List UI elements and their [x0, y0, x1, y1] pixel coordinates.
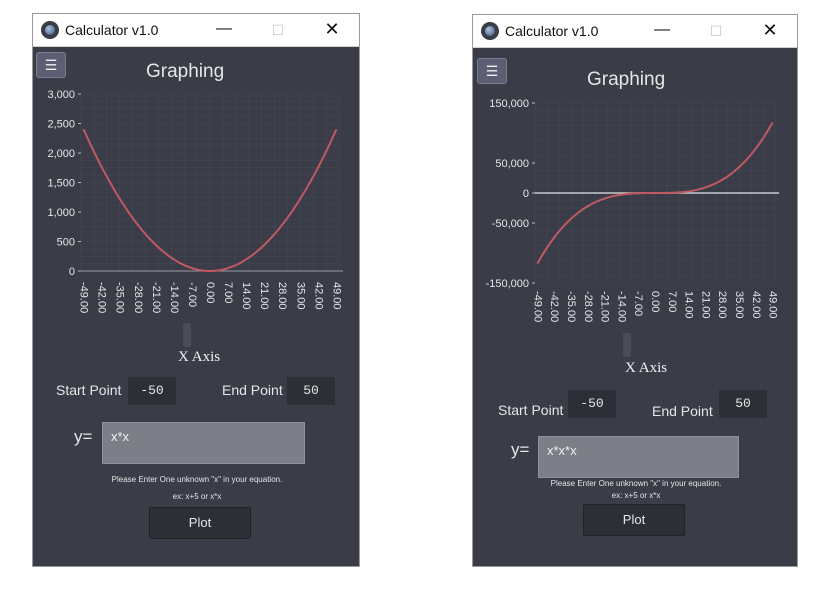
hint-text-2: ex: x+5 or x*x — [611, 491, 661, 500]
calculator-window-1: Calculator v1.0 — ☐ ✕ ☰ Graphing 3,000 2,… — [32, 13, 360, 567]
x-tick-label: -7.00 — [632, 291, 645, 317]
end-point-label: End Point — [652, 403, 713, 419]
app-icon — [481, 22, 499, 40]
x-tick-label: -7.00 — [185, 282, 198, 308]
close-button[interactable]: ✕ — [309, 14, 355, 46]
x-tick-label: 7.00 — [222, 282, 235, 304]
x-tick-label: 7.00 — [665, 291, 678, 313]
x-axis-label: X Axis — [625, 360, 668, 376]
equation-input[interactable]: x*x*x — [538, 436, 739, 478]
x-tick-label: -14.00 — [615, 291, 628, 323]
x-tick-label: 42.00 — [312, 282, 325, 310]
graph-plot: 150,000 50,000 0 -50,000 -150,000 — [486, 98, 779, 290]
x-tick-label: 21.00 — [699, 291, 712, 319]
x-tick-label: 49.00 — [330, 282, 343, 310]
x-tick-label: 28.00 — [276, 282, 289, 310]
minimize-button[interactable]: — — [639, 15, 685, 47]
hint-text-1: Please Enter One unknown "x" in your equ… — [111, 475, 283, 484]
x-axis-label: X Axis — [178, 349, 221, 365]
x-tick-label: -21.00 — [149, 282, 162, 314]
y-tick-label: 150,000 — [489, 98, 529, 110]
window-title: Calculator v1.0 — [65, 22, 159, 38]
x-tick-label: 35.00 — [733, 291, 745, 319]
start-point-label: Start Point — [498, 402, 564, 418]
hamburger-icon: ☰ — [44, 57, 58, 73]
plot-button[interactable]: Plot — [149, 507, 251, 539]
x-tick-label: -21.00 — [598, 291, 611, 323]
title-bar[interactable]: Calculator v1.0 — ☐ ✕ — [33, 14, 359, 47]
equation-input[interactable]: x*x — [102, 422, 305, 464]
y-tick-label: 2,500 — [47, 119, 75, 131]
y-tick-label: 2,000 — [47, 148, 75, 160]
y-tick-label: -50,000 — [492, 218, 529, 230]
start-point-input[interactable]: -50 — [128, 377, 176, 405]
x-tick-label: -35.00 — [565, 291, 577, 323]
y-tick-label: 1,500 — [47, 178, 75, 190]
calculator-window-2: Calculator v1.0 — ☐ ✕ ☰ Graphing 150,000… — [472, 14, 798, 567]
x-tick-label: 0.00 — [204, 282, 216, 304]
y-tick-label: 0 — [69, 266, 75, 278]
y-tick-label: 0 — [523, 188, 529, 200]
menu-button[interactable]: ☰ — [477, 58, 507, 84]
graph-plot: 3,000 2,500 2,000 1,500 1,000 500 0 — [47, 89, 343, 278]
x-tick-label: 14.00 — [682, 291, 695, 319]
x-tick-label: -14.00 — [167, 282, 180, 314]
x-tick-label: -28.00 — [581, 291, 594, 323]
end-point-input[interactable]: 50 — [287, 377, 335, 405]
x-tick-label: -28.00 — [131, 282, 144, 314]
x-tick-label: -49.00 — [531, 291, 544, 323]
start-point-label: Start Point — [56, 382, 122, 398]
maximize-button[interactable]: ☐ — [255, 14, 301, 46]
end-point-input[interactable]: 50 — [719, 390, 767, 418]
x-tick-label: 49.00 — [766, 291, 779, 319]
title-bar[interactable]: Calculator v1.0 — ☐ ✕ — [473, 15, 797, 48]
y-tick-label: -150,000 — [486, 278, 529, 290]
minimize-button[interactable]: — — [201, 14, 247, 46]
x-tick-label: 0.00 — [649, 291, 661, 313]
x-tick-label: 21.00 — [258, 282, 271, 310]
x-tick-label: 28.00 — [716, 291, 729, 319]
graph-title: Graphing — [587, 69, 666, 90]
x-tick-label: 42.00 — [749, 291, 762, 319]
y-tick-label: 50,000 — [495, 158, 529, 170]
x-tick-label: -49.00 — [77, 282, 90, 314]
y-tick-label: 1,000 — [47, 207, 75, 219]
y-tick-label: 3,000 — [47, 89, 75, 101]
maximize-button[interactable]: ☐ — [693, 15, 739, 47]
x-tick-label: -42.00 — [548, 291, 561, 323]
menu-button[interactable]: ☰ — [36, 52, 66, 78]
start-point-input[interactable]: -50 — [568, 390, 616, 418]
app-icon — [41, 21, 59, 39]
x-tick-label: -35.00 — [113, 282, 126, 314]
y-equals-label: y= — [74, 427, 93, 446]
x-tick-label: -42.00 — [95, 282, 108, 314]
x-tick-label: 35.00 — [294, 282, 307, 310]
scrollbar-stub[interactable] — [623, 333, 631, 357]
window-title: Calculator v1.0 — [505, 23, 599, 39]
hamburger-icon: ☰ — [485, 63, 499, 79]
graph-title: Graphing — [146, 61, 225, 82]
close-button[interactable]: ✕ — [747, 15, 793, 47]
scrollbar-stub[interactable] — [183, 323, 191, 347]
hint-text-1: Please Enter One unknown "x" in your equ… — [550, 479, 722, 488]
hint-text-2: ex: x+5 or x*x — [172, 492, 222, 501]
plot-button[interactable]: Plot — [583, 504, 685, 536]
x-tick-label: 14.00 — [240, 282, 253, 310]
grid — [80, 93, 340, 272]
y-equals-label: y= — [511, 440, 530, 459]
end-point-label: End Point — [222, 382, 283, 398]
y-tick-label: 500 — [57, 237, 75, 249]
